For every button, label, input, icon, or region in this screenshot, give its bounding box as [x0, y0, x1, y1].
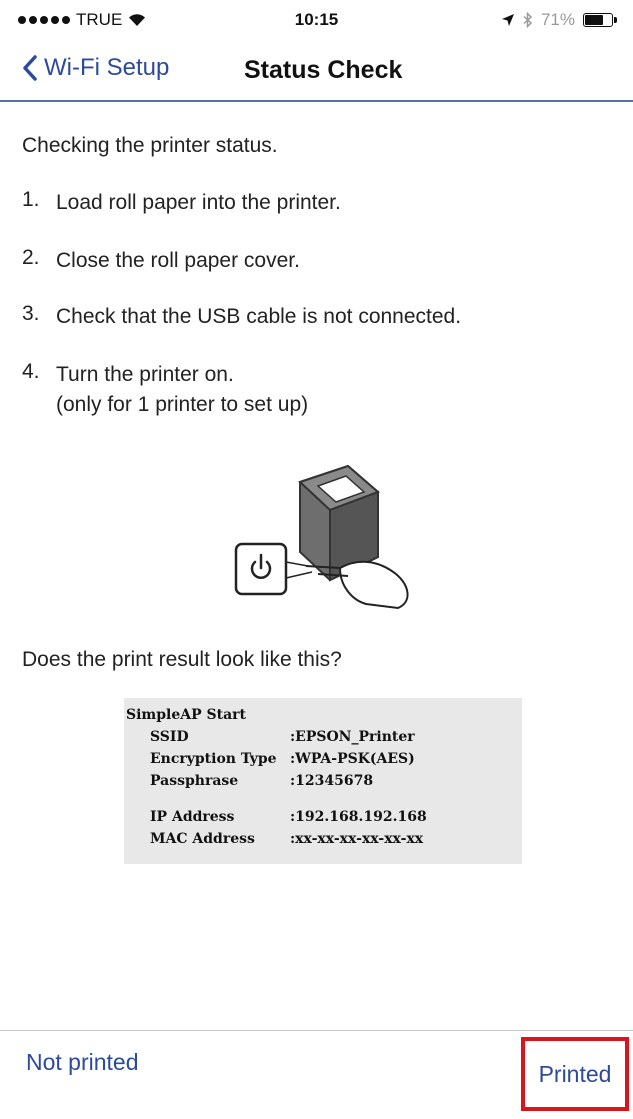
- step-text: Load roll paper into the printer.: [56, 191, 341, 214]
- step-subtext: (only for 1 printer to set up): [56, 393, 309, 416]
- sample-row: MAC Address :xx-xx-xx-xx-xx-xx: [126, 828, 522, 850]
- back-label: Wi-Fi Setup: [44, 54, 170, 81]
- chevron-left-icon: [23, 55, 37, 81]
- location-arrow-icon: [501, 14, 514, 26]
- step-item: 3. Check that the USB cable is not conne…: [22, 302, 461, 332]
- sample-value: :xx-xx-xx-xx-xx-xx: [290, 831, 424, 847]
- battery-icon: [583, 13, 617, 27]
- sample-row: IP Address :192.168.192.168: [126, 806, 522, 828]
- battery-fill: [585, 15, 603, 25]
- print-sample: SimpleAP Start SSID :EPSON_Printer Encry…: [124, 698, 522, 864]
- sample-spacer: [126, 792, 522, 806]
- sample-row: SSID :EPSON_Printer: [126, 726, 522, 748]
- page-title: Status Check: [244, 56, 403, 84]
- printed-button[interactable]: Printed: [521, 1037, 629, 1111]
- sample-row: Passphrase :12345678: [126, 770, 522, 792]
- sample-title: SimpleAP Start: [126, 707, 247, 723]
- step-number: 3.: [22, 302, 40, 325]
- status-bar: TRUE 10:15 71%: [0, 0, 633, 40]
- step-number: 4.: [22, 360, 40, 383]
- sample-row: Encryption Type :WPA-PSK(AES): [126, 748, 522, 770]
- printer-power-button-icon: [234, 464, 409, 610]
- nav-bar: Wi-Fi Setup Status Check: [0, 40, 633, 102]
- bottom-toolbar: Not printed Printed: [0, 1030, 633, 1119]
- step-item: 1. Load roll paper into the printer.: [22, 188, 341, 218]
- sample-value: :192.168.192.168: [290, 809, 427, 825]
- step-text: Check that the USB cable is not connecte…: [56, 305, 462, 328]
- sample-value: :WPA-PSK(AES): [290, 751, 415, 767]
- step-number: 2.: [22, 246, 40, 269]
- sample-key: SSID: [150, 729, 189, 745]
- status-right: 71%: [501, 10, 617, 30]
- step-text: Turn the printer on.: [56, 363, 234, 386]
- sample-key: MAC Address: [150, 831, 255, 847]
- step-item: 2. Close the roll paper cover.: [22, 246, 300, 276]
- step-number: 1.: [22, 188, 40, 211]
- sample-key: Encryption Type: [150, 751, 277, 767]
- step-item: 4. Turn the printer on. (only for 1 prin…: [22, 360, 308, 420]
- sample-key: Passphrase: [150, 773, 239, 789]
- battery-percent: 71%: [540, 10, 575, 29]
- intro-text: Checking the printer status.: [22, 134, 278, 157]
- sample-key: IP Address: [150, 809, 235, 825]
- sample-value: :EPSON_Printer: [290, 729, 415, 745]
- bluetooth-icon: [523, 12, 533, 28]
- sample-value: :12345678: [290, 773, 374, 789]
- not-printed-button[interactable]: Not printed: [26, 1049, 139, 1076]
- back-button[interactable]: Wi-Fi Setup: [22, 54, 169, 82]
- question-text: Does the print result look like this?: [22, 648, 342, 671]
- step-text: Close the roll paper cover.: [56, 249, 300, 272]
